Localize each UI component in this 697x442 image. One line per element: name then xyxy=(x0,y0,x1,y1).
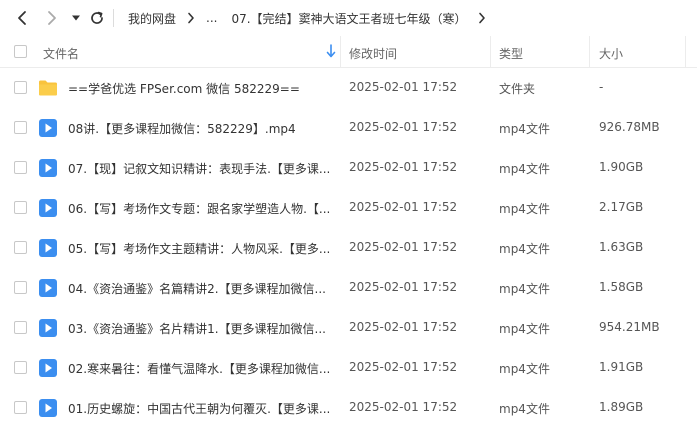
breadcrumb-chevron-icon xyxy=(184,11,198,25)
file-name[interactable]: 01.历史螺旋：中国古代王朝为何覆灭.【更多课... xyxy=(68,400,330,417)
row-checkbox[interactable] xyxy=(14,201,27,214)
chevron-left-icon[interactable] xyxy=(12,8,32,28)
caret-down-icon[interactable] xyxy=(66,8,86,28)
file-modified: 2025-02-01 17:52 xyxy=(349,280,458,294)
file-type: mp4文件 xyxy=(499,322,550,336)
file-type: mp4文件 xyxy=(499,202,550,216)
chevron-right-icon[interactable] xyxy=(42,8,62,28)
sort-down-arrow-icon[interactable] xyxy=(326,44,336,58)
file-name[interactable]: 02.寒来暑往：看懂气温降水.【更多课程加微信... xyxy=(68,360,330,377)
column-divider[interactable] xyxy=(685,36,686,68)
row-checkbox[interactable] xyxy=(14,81,27,94)
file-size: 1.90GB xyxy=(599,160,644,174)
file-name[interactable]: 06.【写】考场作文专题：跟名家学塑造人物.【... xyxy=(68,200,330,217)
toolbar: 我的网盘 ... 07.【完结】窦神大语文王者班七年级（寒） xyxy=(0,0,697,36)
select-all-checkbox[interactable] xyxy=(14,45,27,58)
file-name[interactable]: 03.《资治通鉴》名片精讲1.【更多课程加微信... xyxy=(68,320,326,337)
file-row[interactable]: 06.【写】考场作文专题：跟名家学塑造人物.【... 2025-02-01 17… xyxy=(0,188,697,228)
file-size: 1.58GB xyxy=(599,280,644,294)
video-file-icon xyxy=(39,319,57,337)
breadcrumb: 我的网盘 ... 07.【完结】窦神大语文王者班七年级（寒） xyxy=(128,9,497,27)
file-name[interactable]: 04.《资治通鉴》名篇精讲2.【更多课程加微信... xyxy=(68,280,326,297)
file-size: - xyxy=(599,80,604,94)
column-size[interactable]: 大小 xyxy=(599,45,623,62)
column-divider[interactable] xyxy=(490,36,491,68)
file-size: 1.63GB xyxy=(599,240,644,254)
file-row[interactable]: 04.《资治通鉴》名篇精讲2.【更多课程加微信... 2025-02-01 17… xyxy=(0,268,697,308)
folder-icon xyxy=(39,80,57,96)
refresh-icon[interactable] xyxy=(87,8,107,28)
file-type: 文件夹 xyxy=(499,82,536,96)
file-modified: 2025-02-01 17:52 xyxy=(349,240,458,254)
file-modified: 2025-02-01 17:52 xyxy=(349,320,458,334)
file-row[interactable]: 03.《资治通鉴》名片精讲1.【更多课程加微信... 2025-02-01 17… xyxy=(0,308,697,348)
file-name[interactable]: 05.【写】考场作文主题精讲：人物风采.【更多... xyxy=(68,240,330,257)
column-divider[interactable] xyxy=(340,36,341,68)
video-file-icon xyxy=(39,119,57,137)
file-size: 1.89GB xyxy=(599,400,644,414)
file-type: mp4文件 xyxy=(499,162,550,176)
file-modified: 2025-02-01 17:52 xyxy=(349,160,458,174)
file-row[interactable]: ==学爸优选 FPSer.com 微信 582229== 2025-02-01 … xyxy=(0,68,697,108)
breadcrumb-current[interactable]: 07.【完结】窦神大语文王者班七年级（寒） xyxy=(231,10,466,27)
file-type: mp4文件 xyxy=(499,362,550,376)
video-file-icon xyxy=(39,359,57,377)
file-row[interactable]: 02.寒来暑往：看懂气温降水.【更多课程加微信... 2025-02-01 17… xyxy=(0,348,697,388)
file-type: mp4文件 xyxy=(499,242,550,256)
video-file-icon xyxy=(39,239,57,257)
file-size: 954.21MB xyxy=(599,320,660,334)
file-modified: 2025-02-01 17:52 xyxy=(349,80,458,94)
row-checkbox[interactable] xyxy=(14,321,27,334)
file-size: 1.91GB xyxy=(599,360,644,374)
file-modified: 2025-02-01 17:52 xyxy=(349,120,458,134)
row-checkbox[interactable] xyxy=(14,361,27,374)
file-size: 926.78MB xyxy=(599,120,660,134)
file-type: mp4文件 xyxy=(499,122,550,136)
column-type[interactable]: 类型 xyxy=(499,45,523,62)
breadcrumb-chevron-icon[interactable] xyxy=(475,11,489,25)
video-file-icon xyxy=(39,199,57,217)
breadcrumb-ellipsis[interactable]: ... xyxy=(206,11,217,25)
video-file-icon xyxy=(39,159,57,177)
row-checkbox[interactable] xyxy=(14,401,27,414)
row-checkbox[interactable] xyxy=(14,241,27,254)
file-row[interactable]: 07.【现】记叙文知识精讲：表现手法.【更多课... 2025-02-01 17… xyxy=(0,148,697,188)
video-file-icon xyxy=(39,399,57,417)
file-size: 2.17GB xyxy=(599,200,644,214)
column-name[interactable]: 文件名 xyxy=(43,45,79,62)
file-name[interactable]: ==学爸优选 FPSer.com 微信 582229== xyxy=(68,80,300,97)
file-row[interactable]: 01.历史螺旋：中国古代王朝为何覆灭.【更多课... 2025-02-01 17… xyxy=(0,388,697,428)
file-name[interactable]: 08讲.【更多课程加微信：582229】.mp4 xyxy=(68,120,296,137)
file-row[interactable]: 05.【写】考场作文主题精讲：人物风采.【更多... 2025-02-01 17… xyxy=(0,228,697,268)
file-type: mp4文件 xyxy=(499,402,550,416)
row-checkbox[interactable] xyxy=(14,121,27,134)
video-file-icon xyxy=(39,279,57,297)
file-list-header: 文件名 修改时间 类型 大小 xyxy=(0,36,697,68)
column-divider[interactable] xyxy=(589,36,590,68)
file-modified: 2025-02-01 17:52 xyxy=(349,200,458,214)
toolbar-divider xyxy=(113,9,114,27)
breadcrumb-root[interactable]: 我的网盘 xyxy=(128,10,176,27)
file-type: mp4文件 xyxy=(499,282,550,296)
row-checkbox[interactable] xyxy=(14,161,27,174)
file-modified: 2025-02-01 17:52 xyxy=(349,360,458,374)
file-modified: 2025-02-01 17:52 xyxy=(349,400,458,414)
row-checkbox[interactable] xyxy=(14,281,27,294)
file-row[interactable]: 08讲.【更多课程加微信：582229】.mp4 2025-02-01 17:5… xyxy=(0,108,697,148)
column-modified[interactable]: 修改时间 xyxy=(349,45,397,62)
file-name[interactable]: 07.【现】记叙文知识精讲：表现手法.【更多课... xyxy=(68,160,330,177)
